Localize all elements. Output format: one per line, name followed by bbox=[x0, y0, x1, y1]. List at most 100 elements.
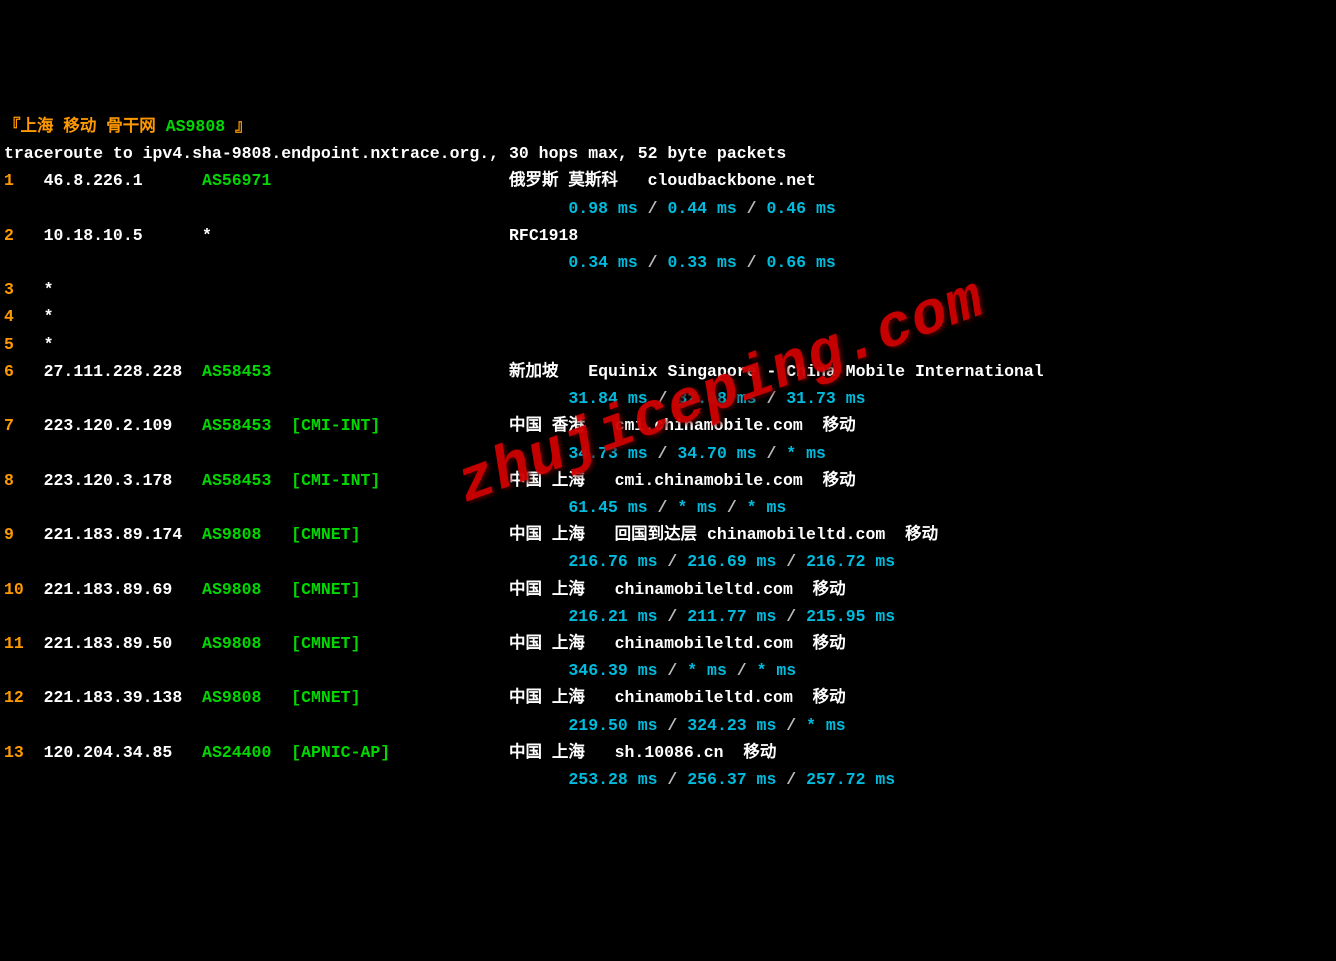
hop-asn: AS58453 bbox=[202, 416, 291, 435]
hop-number: 9 bbox=[4, 525, 44, 544]
hop-host: chinamobileltd.com bbox=[615, 580, 793, 599]
hop-line: 7 223.120.2.109 AS58453 [CMI-INT] 中国 香港 … bbox=[4, 412, 1332, 439]
hop-tag: [CMNET] bbox=[291, 634, 509, 653]
hop-geo: 中国 香港 bbox=[509, 416, 615, 435]
hop-timing: 0.98 ms / 0.44 ms / 0.46 ms bbox=[4, 195, 1332, 222]
hop-geo: 中国 上海 bbox=[509, 580, 615, 599]
hop-tag: [CMNET] bbox=[291, 525, 509, 544]
hop-asn: AS9808 bbox=[202, 688, 291, 707]
hop-host: Equinix Singapore - China Mobile Interna… bbox=[588, 362, 1053, 381]
hop-line: 9 221.183.89.174 AS9808 [CMNET] 中国 上海 回国… bbox=[4, 521, 1332, 548]
hop-ip: 221.183.89.69 bbox=[44, 580, 202, 599]
hop-asn: AS9808 bbox=[202, 525, 291, 544]
hop-rtt2: 256.37 ms bbox=[687, 770, 776, 789]
hop-net: 移动 bbox=[793, 688, 846, 707]
header-location: 上海 移动 骨干网 bbox=[21, 117, 166, 136]
hop-rtt1: 61.45 ms bbox=[568, 498, 647, 517]
hop-number: 8 bbox=[4, 471, 44, 490]
hop-rtt1: 0.34 ms bbox=[568, 253, 637, 272]
hop-tag bbox=[291, 362, 509, 381]
hop-rtt3: * ms bbox=[757, 661, 797, 680]
hop-ip: 221.183.39.138 bbox=[44, 688, 202, 707]
hop-rtt2: 0.44 ms bbox=[667, 199, 736, 218]
hop-timing: 34.73 ms / 34.70 ms / * ms bbox=[4, 440, 1332, 467]
hop-line: 5 * bbox=[4, 331, 1332, 358]
terminal-output: 『上海 移动 骨干网 AS9808 』traceroute to ipv4.sh… bbox=[4, 113, 1332, 793]
hop-ip: 27.111.228.228 bbox=[44, 362, 202, 381]
hop-ip: * bbox=[44, 307, 54, 326]
hop-number: 1 bbox=[4, 171, 44, 190]
hop-number: 5 bbox=[4, 335, 44, 354]
hop-geo: 中国 上海 bbox=[509, 525, 615, 544]
hop-asn: AS9808 bbox=[202, 634, 291, 653]
hop-rtt3: 257.72 ms bbox=[806, 770, 895, 789]
hop-asn: * bbox=[202, 226, 291, 245]
hop-asn: AS24400 bbox=[202, 743, 291, 762]
hop-line: 6 27.111.228.228 AS58453 新加坡 Equinix Sin… bbox=[4, 358, 1332, 385]
hop-line: 2 10.18.10.5 * RFC1918 bbox=[4, 222, 1332, 249]
hop-rtt2: * ms bbox=[677, 498, 717, 517]
hop-tag bbox=[291, 226, 509, 245]
hop-rtt2: 0.33 ms bbox=[667, 253, 736, 272]
hop-rtt2: 324.23 ms bbox=[687, 716, 776, 735]
hop-ip: 223.120.3.178 bbox=[44, 471, 202, 490]
hop-geo: 中国 上海 bbox=[509, 471, 615, 490]
hop-host: sh.10086.cn bbox=[615, 743, 724, 762]
hop-ip: 223.120.2.109 bbox=[44, 416, 202, 435]
hop-line: 4 * bbox=[4, 303, 1332, 330]
hop-host: cmi.chinamobile.com bbox=[615, 416, 803, 435]
hop-host: chinamobileltd.com bbox=[615, 688, 793, 707]
hop-rtt1: 0.98 ms bbox=[568, 199, 637, 218]
hop-ip: 221.183.89.174 bbox=[44, 525, 202, 544]
hop-host: chinamobileltd.com bbox=[615, 634, 793, 653]
hop-line: 12 221.183.39.138 AS9808 [CMNET] 中国 上海 c… bbox=[4, 684, 1332, 711]
hop-host: RFC1918 bbox=[509, 226, 578, 245]
hop-tag bbox=[291, 171, 509, 190]
hop-line: 10 221.183.89.69 AS9808 [CMNET] 中国 上海 ch… bbox=[4, 576, 1332, 603]
hop-rtt3: * ms bbox=[786, 444, 826, 463]
hop-timing: 0.34 ms / 0.33 ms / 0.66 ms bbox=[4, 249, 1332, 276]
hop-host: 回国到达层 chinamobileltd.com bbox=[615, 525, 886, 544]
hop-ip: 10.18.10.5 bbox=[44, 226, 202, 245]
header-asn: AS9808 bbox=[166, 117, 235, 136]
traceroute-cmd: traceroute to ipv4.sha-9808.endpoint.nxt… bbox=[4, 140, 1332, 167]
hop-rtt3: 0.46 ms bbox=[766, 199, 835, 218]
hop-rtt2: 32.08 ms bbox=[677, 389, 756, 408]
hop-ip: 221.183.89.50 bbox=[44, 634, 202, 653]
hop-geo: 新加坡 bbox=[509, 362, 588, 381]
hop-line: 1 46.8.226.1 AS56971 俄罗斯 莫斯科 cloudbackbo… bbox=[4, 167, 1332, 194]
hop-timing: 216.21 ms / 211.77 ms / 215.95 ms bbox=[4, 603, 1332, 630]
hop-ip: 120.204.34.85 bbox=[44, 743, 202, 762]
hop-host: cloudbackbone.net bbox=[648, 171, 816, 190]
hop-rtt2: 216.69 ms bbox=[687, 552, 776, 571]
hop-tag: [APNIC-AP] bbox=[291, 743, 509, 762]
hop-rtt1: 253.28 ms bbox=[568, 770, 657, 789]
hop-net: 移动 bbox=[803, 471, 856, 490]
hop-geo: 中国 上海 bbox=[509, 634, 615, 653]
hop-number: 13 bbox=[4, 743, 44, 762]
traceroute-header: 『上海 移动 骨干网 AS9808 』 bbox=[4, 113, 1332, 140]
hop-asn: AS58453 bbox=[202, 362, 291, 381]
hop-number: 3 bbox=[4, 280, 44, 299]
hop-rtt3: 31.73 ms bbox=[786, 389, 865, 408]
hop-rtt1: 216.21 ms bbox=[568, 607, 657, 626]
hop-number: 4 bbox=[4, 307, 44, 326]
hop-net: 移动 bbox=[724, 743, 777, 762]
hop-rtt3: 215.95 ms bbox=[806, 607, 895, 626]
hop-rtt3: * ms bbox=[747, 498, 787, 517]
hop-asn: AS9808 bbox=[202, 580, 291, 599]
hop-tag: [CMNET] bbox=[291, 580, 509, 599]
hop-number: 10 bbox=[4, 580, 44, 599]
hop-asn: AS56971 bbox=[202, 171, 291, 190]
hop-rtt2: * ms bbox=[687, 661, 727, 680]
hop-geo: 中国 上海 bbox=[509, 743, 615, 762]
hop-line: 11 221.183.89.50 AS9808 [CMNET] 中国 上海 ch… bbox=[4, 630, 1332, 657]
hop-rtt1: 31.84 ms bbox=[568, 389, 647, 408]
hop-rtt3: * ms bbox=[806, 716, 846, 735]
hop-number: 7 bbox=[4, 416, 44, 435]
hop-ip: * bbox=[44, 335, 54, 354]
hop-timing: 219.50 ms / 324.23 ms / * ms bbox=[4, 712, 1332, 739]
hop-rtt3: 0.66 ms bbox=[766, 253, 835, 272]
hop-timing: 31.84 ms / 32.08 ms / 31.73 ms bbox=[4, 385, 1332, 412]
hop-line: 13 120.204.34.85 AS24400 [APNIC-AP] 中国 上… bbox=[4, 739, 1332, 766]
